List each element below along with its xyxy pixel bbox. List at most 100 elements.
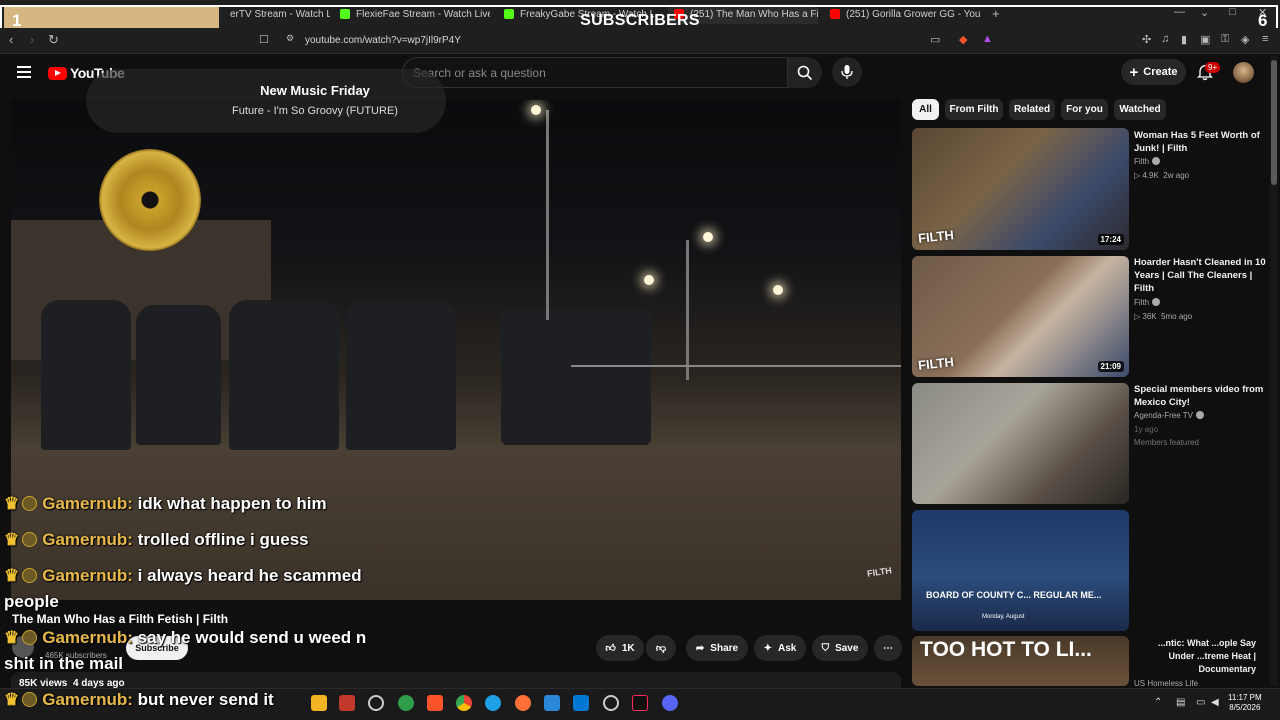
related-video-title[interactable]: ...ntic: What ...ople Say Under ...treme…	[1134, 637, 1256, 676]
related-video-channel[interactable]: Filth	[1134, 157, 1161, 166]
chat-message: ♛ Gamernub: idk what happen to him	[4, 494, 327, 514]
scrollbar-thumb[interactable]	[1271, 60, 1277, 185]
vinyl-disc-icon	[99, 149, 201, 251]
crown-icon: ♛	[4, 494, 20, 513]
brave-browser-icon[interactable]	[427, 695, 443, 711]
related-video-channel[interactable]: Agenda-Free TV	[1134, 411, 1204, 420]
obs-icon[interactable]	[544, 695, 560, 711]
related-video-title[interactable]: Woman Has 5 Feet Worth of Junk! | Filth	[1134, 129, 1266, 155]
chrome-icon[interactable]	[456, 695, 472, 711]
plus-icon: +	[1129, 63, 1139, 81]
edge-icon[interactable]	[485, 695, 501, 711]
github-icon[interactable]	[603, 695, 619, 711]
related-video-title[interactable]: Hoarder Hasn't Cleaned in 10 Years | Cal…	[1134, 256, 1266, 295]
site-info-icon[interactable]: ⚙	[286, 33, 294, 44]
chip-label: Related	[1013, 104, 1051, 115]
search-button[interactable]	[788, 57, 822, 88]
rewards-icon[interactable]: ▲	[982, 33, 993, 45]
view-count: 4.9K	[1142, 171, 1159, 180]
related-video-thumbnail[interactable]	[912, 383, 1129, 504]
chat-text: shit in the mail	[4, 654, 124, 673]
like-button[interactable]: 👍︎ 1K	[596, 635, 644, 661]
volume-icon[interactable]: ◀	[1211, 697, 1219, 708]
video-duration: 21:09	[1097, 361, 1124, 372]
forward-icon[interactable]: ›	[30, 32, 34, 47]
scene-bin	[41, 300, 131, 450]
vscode-icon[interactable]	[573, 695, 589, 711]
news-app-icon[interactable]	[339, 695, 355, 711]
upload-age: 1y ago	[1134, 425, 1159, 434]
search-input[interactable]: Search or ask a question	[402, 57, 788, 88]
thumbnail-text: TOO HOT TO LI...	[920, 638, 1092, 661]
related-video-thumbnail[interactable]: FILTH 21:09	[912, 256, 1129, 377]
create-button[interactable]: + Create	[1121, 59, 1186, 85]
chat-text: people	[4, 592, 59, 611]
chip-for-you[interactable]: For you	[1061, 99, 1108, 120]
tray-expand-icon[interactable]: ⌃	[1154, 697, 1162, 708]
related-video-channel[interactable]: US Homeless Life	[1134, 679, 1198, 688]
microphone-icon	[841, 65, 853, 79]
reload-icon[interactable]: ↻	[48, 32, 59, 48]
channel-name: Filth	[1134, 298, 1150, 307]
address-bar: ‹ › ↻ ☐ ⚙ youtube.com/watch?v=wp7jIl9rP4…	[0, 28, 1280, 54]
network-icon[interactable]: ▤	[1176, 697, 1185, 708]
media-icon[interactable]: ♫	[1161, 33, 1169, 45]
chat-text: trolled offline i guess	[137, 530, 309, 549]
thumbnail-subtext: Monday, August	[982, 614, 1025, 620]
chip-from-filth[interactable]: From Filth	[945, 99, 1003, 120]
tiktok-icon[interactable]	[632, 695, 648, 711]
chip-watched[interactable]: Watched	[1114, 99, 1166, 120]
crown-icon: ♛	[4, 530, 20, 549]
wallet-icon[interactable]: ▣	[1200, 33, 1210, 46]
sidebar-icon[interactable]: ▮	[1181, 33, 1187, 46]
extensions-icon[interactable]: ✣	[1142, 33, 1151, 46]
hamburger-menu-icon[interactable]	[17, 66, 31, 78]
account-avatar[interactable]	[1233, 62, 1254, 83]
chat-text: but never send it	[137, 690, 274, 709]
chat-badge-icon	[22, 532, 38, 547]
url-field[interactable]: youtube.com/watch?v=wp7jIl9rP4Y	[305, 35, 461, 46]
firefox-icon[interactable]	[515, 695, 531, 711]
display-icon[interactable]: ▭	[1196, 697, 1205, 708]
vpn-app-icon[interactable]	[398, 695, 414, 711]
related-video-thumbnail[interactable]: BOARD OF COUNTY C... REGULAR ME... Monda…	[912, 510, 1129, 631]
cast-icon[interactable]: ▭	[930, 33, 940, 46]
related-video-meta: ▷ 36K 5mo ago	[1134, 312, 1193, 321]
members-badge: Members featured	[1134, 438, 1199, 447]
chip-all[interactable]: All	[912, 99, 939, 120]
save-button[interactable]: ⛉ Save	[812, 635, 868, 661]
voice-search-button[interactable]	[832, 57, 862, 87]
crown-icon: ♛	[4, 628, 20, 647]
channel-watermark: FILTH	[866, 565, 893, 579]
brave-shield-icon[interactable]: ◆	[959, 33, 967, 46]
crown-icon: ♛	[4, 690, 20, 709]
system-clock[interactable]: 11:17 PM 8/5/2026	[1228, 693, 1262, 713]
chat-username: Gamernub:	[42, 530, 133, 549]
related-video-title[interactable]: Special members video from Mexico City!	[1134, 383, 1266, 409]
back-icon[interactable]: ‹	[9, 32, 13, 47]
clock-app-icon[interactable]	[368, 695, 384, 711]
shield-icon[interactable]: ◈	[1241, 33, 1249, 46]
thumbs-down-icon: 👎︎	[655, 643, 667, 654]
related-video-meta: ▷ 4.9K 2w ago	[1134, 171, 1190, 180]
menu-icon[interactable]: ≡	[1262, 33, 1268, 45]
chat-badge-icon	[22, 496, 38, 511]
chip-related[interactable]: Related	[1009, 99, 1055, 120]
chat-message: ♛ Gamernub: but never send it	[4, 690, 274, 710]
chip-label: For you	[1066, 104, 1103, 115]
more-actions-button[interactable]: ⋯	[874, 635, 902, 661]
ask-button[interactable]: ✦ Ask	[754, 635, 806, 661]
related-video-thumbnail[interactable]: FILTH 17:24	[912, 128, 1129, 250]
related-video-thumbnail[interactable]: TOO HOT TO LI...	[912, 636, 1129, 686]
share-button[interactable]: ➦ Share	[686, 635, 748, 661]
bookmark-icon[interactable]: ☐	[259, 33, 269, 46]
discord-icon[interactable]	[662, 695, 678, 711]
chip-label: All	[919, 104, 932, 115]
dislike-button[interactable]: 👎︎	[646, 635, 676, 661]
file-explorer-icon[interactable]	[311, 695, 327, 711]
channel-name: Agenda-Free TV	[1134, 411, 1193, 420]
vpn-icon[interactable]: ⚿	[1221, 33, 1229, 46]
view-count: 36K	[1142, 312, 1157, 321]
related-video-channel[interactable]: Filth	[1134, 298, 1161, 307]
more-dots-icon: ⋯	[883, 642, 893, 654]
